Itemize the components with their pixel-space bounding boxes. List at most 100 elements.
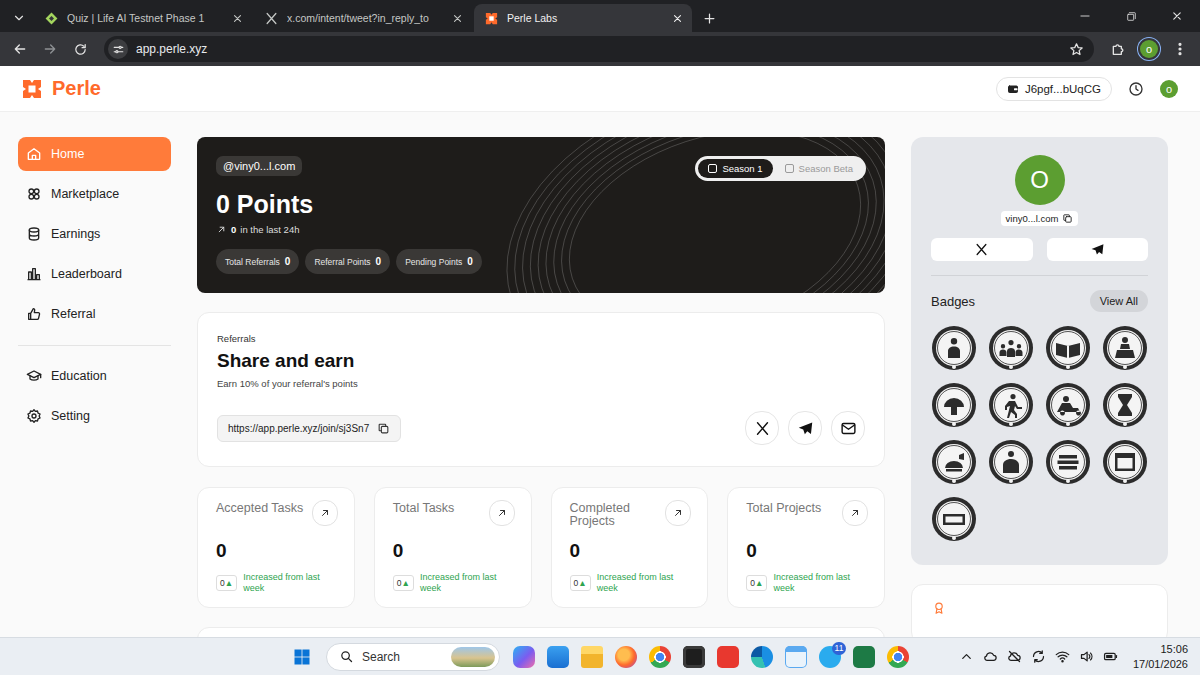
back-button[interactable] bbox=[6, 35, 34, 63]
badge-grid bbox=[931, 325, 1148, 542]
share-button[interactable] bbox=[745, 411, 779, 445]
user-avatar[interactable]: o bbox=[1160, 80, 1178, 98]
forward-button[interactable] bbox=[36, 35, 64, 63]
sidebar-item[interactable]: Leaderboard bbox=[18, 257, 171, 291]
referral-link-field[interactable]: https://app.perle.xyz/join/sj3Sn7 bbox=[217, 415, 401, 442]
change-badge: 0▲ bbox=[216, 575, 237, 591]
window-close-button[interactable] bbox=[1154, 0, 1200, 32]
tab-close-button[interactable] bbox=[451, 12, 464, 25]
chip-value: 0 bbox=[376, 256, 382, 267]
extensions-button[interactable] bbox=[1104, 35, 1132, 63]
sidebar-item[interactable]: Marketplace bbox=[18, 177, 171, 211]
season-tab[interactable]: Season Beta bbox=[775, 159, 863, 178]
sidebar-item-label: Earnings bbox=[51, 227, 100, 241]
browser-menu-button[interactable] bbox=[1166, 35, 1194, 63]
taskbar-app[interactable] bbox=[576, 641, 608, 673]
points-total: 0 Points bbox=[216, 190, 866, 219]
tab-close-button[interactable] bbox=[671, 12, 684, 25]
bookmark-button[interactable] bbox=[1069, 42, 1084, 57]
browser-tab[interactable]: x.com/intent/tweet?in_reply_to bbox=[254, 4, 472, 32]
taskbar-app[interactable] bbox=[508, 641, 540, 673]
minimize-button[interactable] bbox=[1062, 0, 1108, 32]
stats-row: Accepted Tasks 0 0▲ Increased from last … bbox=[197, 487, 885, 608]
taskbar-app[interactable] bbox=[848, 641, 880, 673]
badge[interactable] bbox=[988, 439, 1034, 485]
address-bar[interactable]: app.perle.xyz bbox=[104, 36, 1094, 62]
logo[interactable]: Perle bbox=[20, 77, 101, 101]
sidebar-item[interactable]: Home bbox=[18, 137, 171, 171]
open-button[interactable] bbox=[489, 500, 515, 526]
taskbar-app[interactable] bbox=[712, 641, 744, 673]
tray-button[interactable] bbox=[1103, 649, 1118, 664]
new-tab-button[interactable] bbox=[696, 4, 722, 32]
sidebar-item[interactable]: Education bbox=[18, 359, 171, 393]
change-note: Increased from last week bbox=[597, 572, 689, 594]
site-info-button[interactable] bbox=[108, 39, 128, 59]
reload-button[interactable] bbox=[66, 35, 94, 63]
badge[interactable] bbox=[1102, 439, 1148, 485]
change-badge: 0▲ bbox=[393, 575, 414, 591]
browser-tab[interactable]: Quiz | Life AI Testnet Phase 1 bbox=[34, 4, 252, 32]
start-button[interactable] bbox=[286, 641, 318, 673]
share-button[interactable] bbox=[788, 411, 822, 445]
taskbar-app[interactable] bbox=[644, 641, 676, 673]
badge[interactable] bbox=[931, 496, 977, 542]
taskbar-app[interactable] bbox=[610, 641, 642, 673]
sidebar-item[interactable]: Referral bbox=[18, 297, 171, 331]
system-tray: 15:06 17/01/2026 bbox=[914, 642, 1200, 671]
tray-button[interactable] bbox=[983, 649, 998, 664]
stat-chip: Referral Points 0 bbox=[305, 249, 390, 274]
open-button[interactable] bbox=[842, 500, 868, 526]
taskbar-app[interactable] bbox=[780, 641, 812, 673]
taskbar-search[interactable]: Search bbox=[326, 643, 500, 671]
tab-search-button[interactable] bbox=[6, 4, 32, 32]
badge[interactable] bbox=[931, 382, 977, 428]
taskbar-app[interactable] bbox=[678, 641, 710, 673]
taskbar-app[interactable] bbox=[542, 641, 574, 673]
badge[interactable] bbox=[931, 325, 977, 371]
taskbar-app[interactable]: 11 bbox=[814, 641, 846, 673]
tab-close-button[interactable] bbox=[231, 12, 244, 25]
badges-title: Badges bbox=[931, 294, 975, 309]
open-button[interactable] bbox=[665, 500, 691, 526]
view-all-button[interactable]: View All bbox=[1090, 290, 1148, 312]
profile-avatar[interactable]: o bbox=[1140, 40, 1158, 58]
social-button[interactable] bbox=[931, 238, 1033, 261]
copy-button[interactable] bbox=[1062, 213, 1073, 224]
taskbar-app[interactable] bbox=[882, 641, 914, 673]
badge[interactable] bbox=[1045, 325, 1091, 371]
badge[interactable] bbox=[988, 325, 1034, 371]
badge[interactable] bbox=[1102, 382, 1148, 428]
cloud-icon bbox=[983, 649, 998, 664]
wallet-button[interactable]: J6pgf...bUqCG bbox=[996, 77, 1112, 101]
badge[interactable] bbox=[988, 382, 1034, 428]
tray-button[interactable] bbox=[1079, 649, 1094, 664]
restore-button[interactable] bbox=[1108, 0, 1154, 32]
season-tab[interactable]: Season 1 bbox=[698, 159, 772, 178]
profile-name: viny0...l.com bbox=[1001, 211, 1079, 226]
badge[interactable] bbox=[931, 439, 977, 485]
tray-button[interactable] bbox=[959, 649, 974, 664]
wifi-icon bbox=[1055, 649, 1070, 664]
clock[interactable]: 15:06 17/01/2026 bbox=[1133, 642, 1188, 671]
open-button[interactable] bbox=[312, 500, 338, 526]
sidebar-item[interactable]: Setting bbox=[18, 399, 171, 433]
tray-button[interactable] bbox=[1007, 649, 1022, 664]
browser-tab[interactable]: Perle Labs bbox=[474, 4, 692, 32]
referral-subtitle: Earn 10% of your referral's points bbox=[217, 378, 865, 389]
badge[interactable] bbox=[1045, 439, 1091, 485]
badge[interactable] bbox=[1045, 382, 1091, 428]
marketplace-icon bbox=[26, 186, 42, 202]
user-handle: @viny0...l.com bbox=[216, 156, 302, 176]
change-note: Increased from last week bbox=[243, 572, 335, 594]
sidebar-item[interactable]: Earnings bbox=[18, 217, 171, 251]
history-button[interactable] bbox=[1128, 81, 1144, 97]
taskbar-app[interactable] bbox=[746, 641, 778, 673]
season-icon bbox=[785, 164, 794, 173]
share-button[interactable] bbox=[831, 411, 865, 445]
tray-button[interactable] bbox=[1031, 649, 1046, 664]
social-button[interactable] bbox=[1047, 238, 1149, 261]
tray-button[interactable] bbox=[1055, 649, 1070, 664]
badge[interactable] bbox=[1102, 325, 1148, 371]
copy-button[interactable] bbox=[377, 422, 390, 435]
